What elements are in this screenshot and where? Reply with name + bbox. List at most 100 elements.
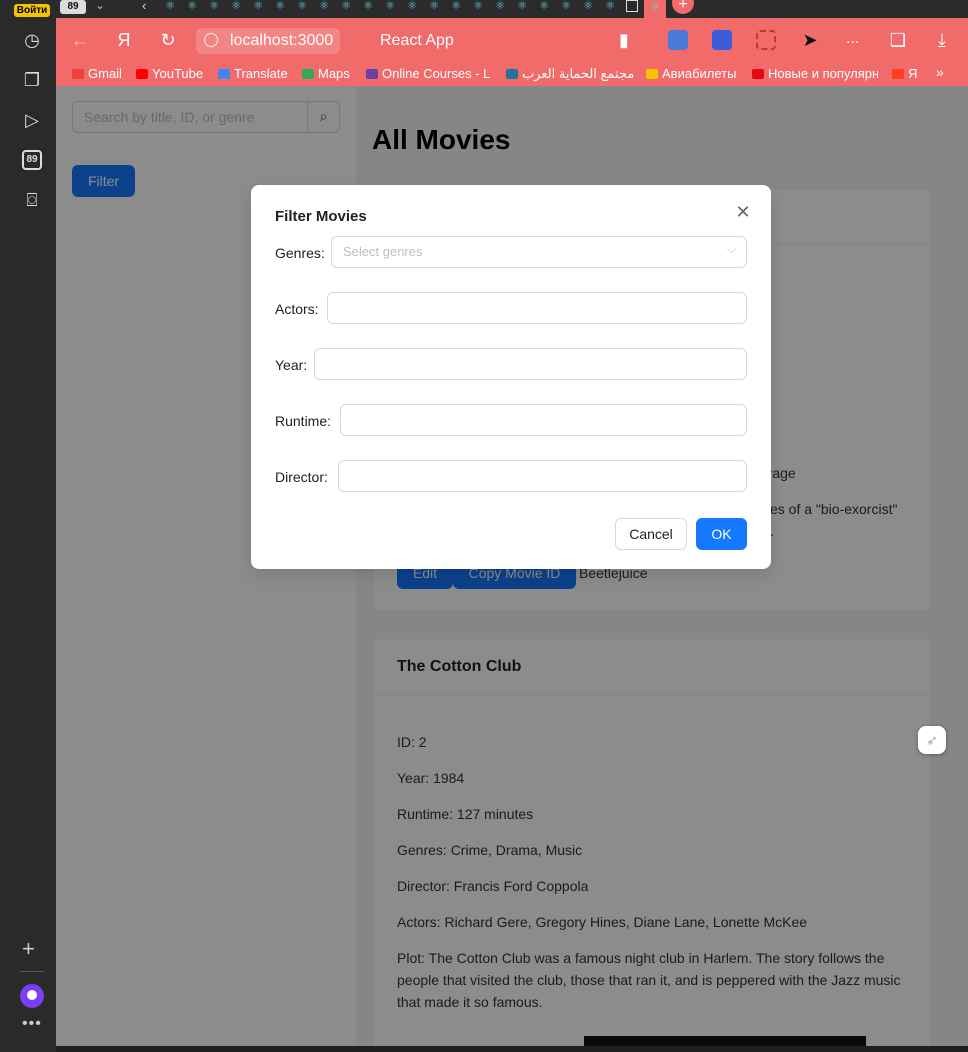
active-tab[interactable]: ⚛ — [644, 0, 666, 18]
cancel-button[interactable]: Cancel — [615, 518, 687, 550]
bookmark-label: Gmail — [88, 66, 122, 81]
add-panel-icon[interactable]: + — [22, 936, 35, 962]
bookmark-icon[interactable]: ▮ — [612, 28, 636, 52]
bookmark-aviabilety[interactable]: Авиабилеты — [646, 66, 736, 81]
bookmark-yandex[interactable]: Я — [892, 66, 917, 81]
reload-icon[interactable]: ↻ — [156, 28, 180, 52]
bookmarks-bar: Gmail YouTube Translate Maps Online Cour… — [56, 62, 968, 86]
react-tab-icon[interactable]: ⚛ — [338, 0, 354, 12]
url-text[interactable]: localhost:3000 — [230, 32, 333, 50]
director-label: Director: — [275, 469, 328, 485]
alice-assistant-icon[interactable] — [20, 984, 44, 1008]
bookmark-youtube[interactable]: YouTube — [136, 66, 203, 81]
bookmark-translate[interactable]: Translate — [218, 66, 288, 81]
netflix-icon — [752, 69, 764, 79]
react-tab-icon[interactable]: ⚛ — [184, 0, 200, 12]
sidebar-divider — [20, 971, 44, 972]
bookmark-online-courses[interactable]: Online Courses - L — [366, 66, 492, 81]
react-tab-icon[interactable]: ⚛ — [404, 0, 420, 12]
ok-button[interactable]: OK — [696, 518, 747, 550]
react-tab-icon[interactable]: ⚛ — [294, 0, 310, 12]
bookmark-label: Maps — [318, 66, 350, 81]
bookmark-gmail[interactable]: Gmail — [72, 66, 122, 81]
tab-strip: Войти 89 ⌄ ‹ ⚛ ⚛ ⚛ ⚛ ⚛ ⚛ ⚛ ⚛ ⚛ ⚛ ⚛ ⚛ ⚛ ⚛… — [0, 0, 968, 18]
react-tab-icon[interactable]: ⚛ — [470, 0, 486, 12]
address-bar[interactable]: localhost:3000 — [196, 28, 340, 54]
page-title-label: React App — [380, 32, 454, 49]
director-field[interactable] — [338, 460, 747, 492]
dialog-title: Filter Movies — [275, 208, 367, 225]
react-tab-icon[interactable]: ⚛ — [316, 0, 332, 12]
react-tab-icon[interactable]: ⚛ — [272, 0, 288, 12]
bookmark-maps[interactable]: Maps — [302, 66, 350, 81]
more-bookmarks-icon[interactable]: » — [936, 64, 944, 80]
genres-placeholder: Select genres — [343, 244, 423, 259]
react-tab-icon[interactable]: ⚛ — [426, 0, 442, 12]
react-tab-icon[interactable]: ⚛ — [206, 0, 222, 12]
react-tab-icon[interactable]: ⚛ — [536, 0, 552, 12]
bookmark-label: YouTube — [152, 66, 204, 81]
tabs-count-icon[interactable]: 89 — [22, 150, 42, 170]
genres-label: Genres: — [275, 245, 325, 261]
react-tab-icon[interactable]: ⚛ — [602, 0, 618, 12]
play-icon[interactable]: ▷ — [20, 108, 44, 132]
chevron-down-icon[interactable]: ⌄ — [95, 0, 105, 12]
new-tab-icon[interactable]: + — [672, 0, 694, 14]
tab-count-badge[interactable]: 89 — [60, 0, 86, 14]
react-tab-icon[interactable]: ⚛ — [558, 0, 574, 12]
cursor-extension-icon[interactable]: ➤ — [798, 28, 822, 52]
site-info-icon[interactable] — [204, 33, 218, 47]
screenshot-icon[interactable]: ⌼ — [20, 188, 44, 212]
actors-label: Actors: — [275, 301, 319, 317]
react-tab-icon[interactable]: ⚛ — [162, 0, 178, 12]
bookmark-label: مجتمع الحماية العرب — [522, 66, 635, 81]
translate-extension-icon[interactable] — [668, 30, 688, 50]
runtime-field[interactable] — [340, 404, 747, 436]
close-icon[interactable]: ✕ — [733, 201, 753, 223]
yandex-icon[interactable]: Я — [112, 28, 136, 52]
react-tab-icon[interactable]: ⚛ — [514, 0, 530, 12]
react-tab-icon[interactable]: ⚛ — [580, 0, 596, 12]
udemy-icon — [366, 69, 378, 79]
bookmark-label: Авиабилеты — [662, 66, 737, 81]
react-tab-icon[interactable]: ⚛ — [250, 0, 266, 12]
wordpress-icon — [506, 69, 518, 79]
history-icon[interactable]: ◷ — [20, 28, 44, 52]
bookmark-netflix[interactable]: Новые и популярн — [752, 66, 878, 81]
year-field[interactable] — [314, 348, 747, 380]
genres-select[interactable]: Select genres ⌵ — [331, 236, 747, 268]
rocket-extension-icon[interactable] — [712, 30, 732, 50]
tab-scroll-left-icon[interactable]: ‹ — [142, 0, 146, 13]
more-extensions-icon[interactable]: ... — [846, 30, 859, 48]
back-icon[interactable]: ← — [68, 28, 92, 52]
react-tab-icon[interactable]: ⚛ — [228, 0, 244, 12]
browser-sidebar: ◷ ❐ ▷ 89 ⌼ + ••• — [0, 18, 56, 1052]
plane-icon — [646, 69, 658, 79]
actors-field[interactable] — [327, 292, 747, 324]
react-tab-icon[interactable]: ⚛ — [492, 0, 508, 12]
react-tab-icon[interactable]: ⚛ — [360, 0, 376, 12]
capture-extension-icon[interactable] — [756, 30, 776, 50]
react-tab-icon[interactable]: ⚛ — [448, 0, 464, 12]
runtime-label: Runtime: — [275, 413, 332, 429]
page-viewport: ⌕ Filter All Movies Page ces of a "bio-e… — [56, 86, 968, 1046]
sidebar-panel-icon[interactable]: ❏ — [886, 28, 910, 52]
filter-movies-dialog: Filter Movies ✕ Genres: Select genres ⌵ … — [251, 185, 771, 569]
login-button[interactable]: Войти — [14, 4, 50, 17]
youtube-icon — [136, 69, 148, 79]
bookmark-label: Я — [908, 66, 918, 81]
window-bottom-edge — [56, 1046, 968, 1052]
more-icon[interactable]: ••• — [22, 1015, 42, 1033]
download-icon[interactable]: ⤓ — [930, 28, 954, 52]
document-tab-icon[interactable] — [626, 0, 638, 12]
bookmark-arabic-community[interactable]: مجتمع الحماية العرب — [506, 66, 634, 82]
browser-toolbar: ← Я ↻ localhost:3000 React App ▮ ➤ ... ❏… — [56, 18, 968, 62]
bookmark-label: Online Courses - L — [382, 66, 491, 81]
year-label: Year: — [275, 357, 308, 373]
floating-rocket-icon[interactable]: ➶ — [918, 726, 946, 754]
react-tab-icon[interactable]: ⚛ — [382, 0, 398, 12]
bookmark-label: Translate — [234, 66, 288, 81]
collections-icon[interactable]: ❐ — [20, 68, 44, 92]
chevron-down-icon: ⌵ — [726, 242, 736, 256]
yandex-icon — [892, 69, 904, 79]
